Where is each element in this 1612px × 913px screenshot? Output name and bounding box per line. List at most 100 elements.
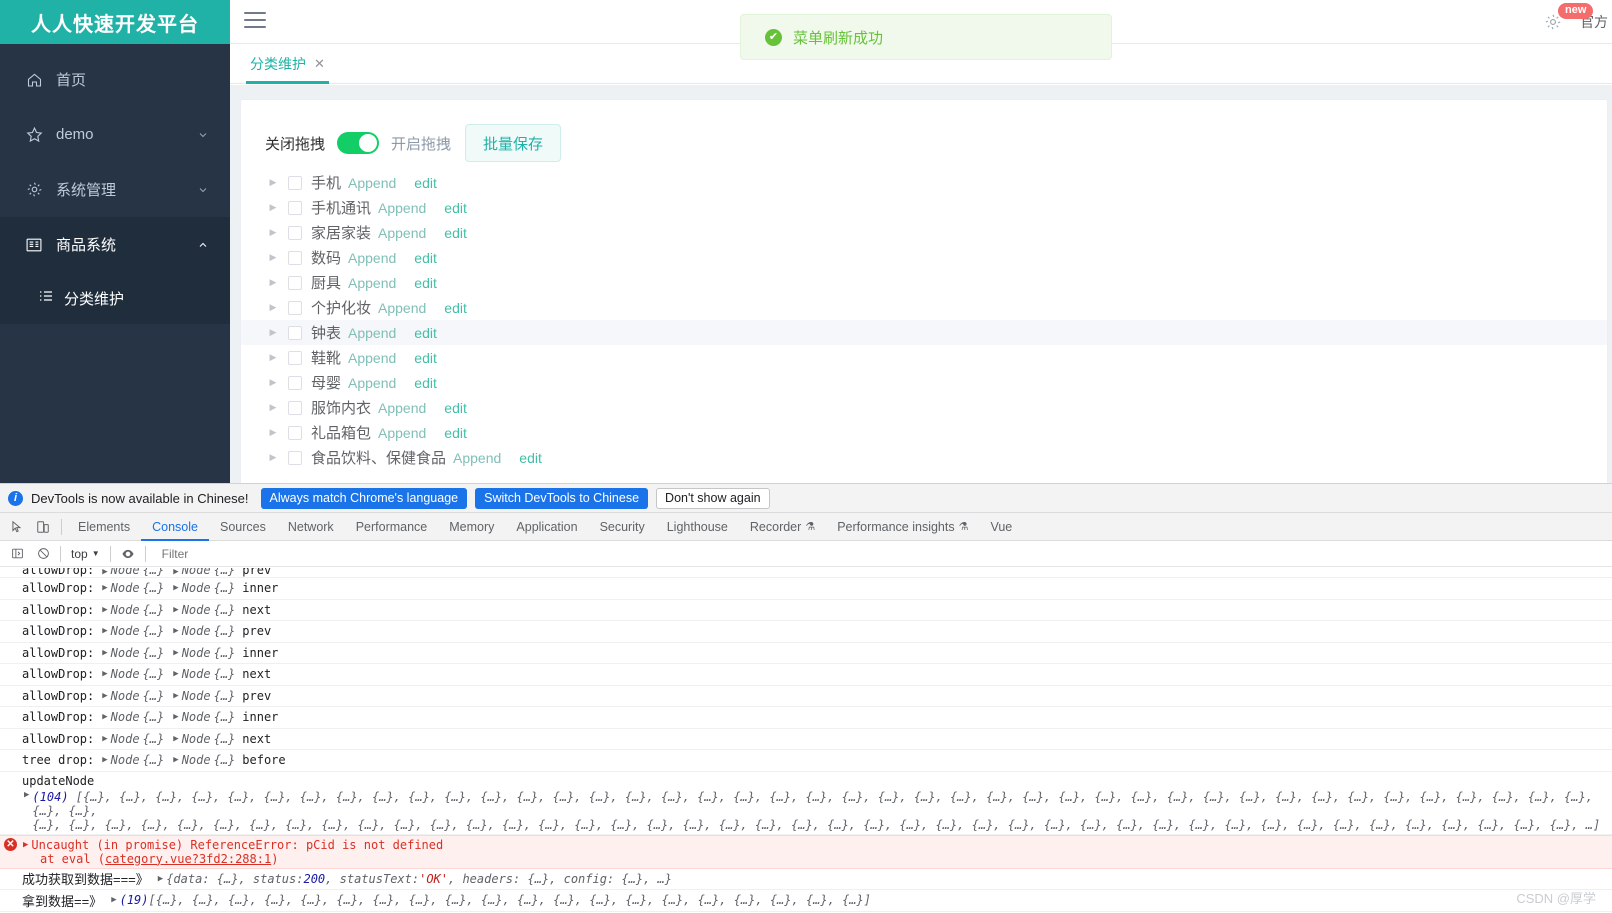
- console-row-success-data[interactable]: 成功获取到数据===》 ▶ {data: {…}, status: 200, sta…: [0, 869, 1612, 890]
- expand-arrow-icon[interactable]: ▶: [102, 648, 107, 658]
- console-row[interactable]: allowDrop: ▶ Node {…} ▶ Node {…} inner: [0, 707, 1612, 729]
- append-button[interactable]: Append: [348, 325, 396, 341]
- edit-button[interactable]: edit: [414, 350, 437, 366]
- tree-row[interactable]: ▶ 家居家装 Append edit: [241, 220, 1607, 245]
- hamburger-menu-icon[interactable]: [244, 12, 266, 32]
- tree-row[interactable]: ▶ 鞋靴 Append edit: [241, 345, 1607, 370]
- expand-arrow-icon[interactable]: ▶: [173, 568, 178, 577]
- switch-to-chinese-button[interactable]: Switch DevTools to Chinese: [475, 487, 649, 509]
- sidebar-item-category-maintenance[interactable]: 分类维护: [0, 272, 230, 324]
- console-row[interactable]: allowDrop: ▶ Node {…} ▶ Node {…} prev: [0, 568, 1612, 578]
- append-button[interactable]: Append: [378, 400, 426, 416]
- devtools-tab-recorder[interactable]: Recorder ⚗: [739, 513, 826, 541]
- tree-checkbox[interactable]: [288, 450, 302, 465]
- devtools-tab-application[interactable]: Application: [505, 513, 588, 541]
- console-row[interactable]: allowDrop: ▶ Node {…} ▶ Node {…} inner: [0, 643, 1612, 664]
- chevron-right-icon[interactable]: ▶: [266, 401, 280, 415]
- append-button[interactable]: Append: [348, 375, 396, 391]
- console-sidebar-icon[interactable]: [4, 541, 30, 567]
- tree-checkbox[interactable]: [288, 250, 302, 265]
- sidebar-item-product-system[interactable]: 商品系统: [0, 217, 230, 272]
- expand-arrow-icon[interactable]: ▶: [111, 895, 116, 905]
- tree-checkbox[interactable]: [288, 225, 302, 240]
- tree-row[interactable]: ▶ 厨具 Append edit: [241, 270, 1607, 295]
- edit-button[interactable]: edit: [414, 325, 437, 341]
- device-toolbar-icon[interactable]: [30, 514, 56, 540]
- chevron-right-icon[interactable]: ▶: [266, 451, 280, 465]
- expand-arrow-icon[interactable]: ▶: [173, 712, 178, 722]
- console-row[interactable]: allowDrop: ▶ Node {…} ▶ Node {…} next: [0, 600, 1612, 621]
- console-filter-input[interactable]: [159, 545, 1612, 562]
- console-output[interactable]: allowDrop: ▶ Node {…} ▶ Node {…} prev allowDrop:…: [0, 568, 1612, 913]
- chevron-right-icon[interactable]: ▶: [266, 276, 280, 290]
- edit-button[interactable]: edit: [414, 375, 437, 391]
- tree-row[interactable]: ▶ 钟表 Append edit: [241, 320, 1607, 345]
- edit-button[interactable]: edit: [444, 400, 467, 416]
- tree-checkbox[interactable]: [288, 350, 302, 365]
- chevron-right-icon[interactable]: ▶: [266, 351, 280, 365]
- tree-row[interactable]: ▶ 服饰内衣 Append edit: [241, 395, 1607, 420]
- chevron-right-icon[interactable]: ▶: [266, 326, 280, 340]
- edit-button[interactable]: edit: [519, 450, 542, 466]
- devtools-tab-performance-insights[interactable]: Performance insights ⚗: [826, 513, 979, 541]
- expand-arrow-icon[interactable]: ▶: [102, 691, 107, 701]
- close-icon[interactable]: ✕: [314, 56, 325, 72]
- tree-row[interactable]: ▶ 手机 Append edit: [241, 170, 1607, 195]
- chevron-right-icon[interactable]: ▶: [266, 251, 280, 265]
- expand-arrow-icon[interactable]: ▶: [102, 583, 107, 593]
- append-button[interactable]: Append: [348, 275, 396, 291]
- console-row[interactable]: tree drop: ▶ Node {…} ▶ Node {…} before: [0, 750, 1612, 772]
- console-row-received-data[interactable]: 拿到数据==》 ▶ (19) [{…}, {…}, {…}, {…}, {…}, {…: [0, 890, 1612, 912]
- sidebar-item-home[interactable]: 首页: [0, 52, 230, 107]
- append-button[interactable]: Append: [348, 250, 396, 266]
- expand-arrow-icon[interactable]: ▶: [158, 874, 163, 884]
- expand-arrow-icon[interactable]: ▶: [23, 840, 28, 850]
- live-expression-eye-icon[interactable]: [115, 541, 141, 567]
- tree-checkbox[interactable]: [288, 425, 302, 440]
- tree-checkbox[interactable]: [288, 175, 302, 190]
- edit-button[interactable]: edit: [414, 275, 437, 291]
- devtools-tab-network[interactable]: Network: [277, 513, 345, 541]
- edit-button[interactable]: edit: [414, 175, 437, 191]
- devtools-tab-console[interactable]: Console: [141, 513, 209, 541]
- expand-arrow-icon[interactable]: ▶: [173, 755, 178, 765]
- devtools-tab-elements[interactable]: Elements: [67, 513, 141, 541]
- console-row[interactable]: allowDrop: ▶ Node {…} ▶ Node {…} next: [0, 664, 1612, 686]
- tree-checkbox[interactable]: [288, 275, 302, 290]
- expand-arrow-icon[interactable]: ▶: [173, 583, 178, 593]
- append-button[interactable]: Append: [378, 425, 426, 441]
- batch-save-button[interactable]: 批量保存: [465, 124, 562, 162]
- edit-button[interactable]: edit: [414, 250, 437, 266]
- expand-arrow-icon[interactable]: ▶: [173, 648, 178, 658]
- tab-category-maintenance[interactable]: 分类维护 ✕: [238, 44, 337, 84]
- dont-show-again-button[interactable]: Don't show again: [656, 487, 770, 509]
- devtools-tab-lighthouse[interactable]: Lighthouse: [656, 513, 739, 541]
- tree-checkbox[interactable]: [288, 200, 302, 215]
- chevron-right-icon[interactable]: ▶: [266, 301, 280, 315]
- append-button[interactable]: Append: [378, 225, 426, 241]
- devtools-tab-vue[interactable]: Vue: [979, 513, 1023, 541]
- tree-row[interactable]: ▶ 数码 Append edit: [241, 245, 1607, 270]
- chevron-right-icon[interactable]: ▶: [266, 426, 280, 440]
- edit-button[interactable]: edit: [444, 300, 467, 316]
- expand-arrow-icon[interactable]: ▶: [102, 734, 107, 744]
- chevron-right-icon[interactable]: ▶: [266, 176, 280, 190]
- settings-gear-button[interactable]: new: [1542, 3, 1594, 37]
- expand-arrow-icon[interactable]: ▶: [173, 734, 178, 744]
- clear-console-icon[interactable]: [30, 541, 56, 567]
- expand-arrow-icon[interactable]: ▶: [173, 669, 178, 679]
- chevron-right-icon[interactable]: ▶: [266, 226, 280, 240]
- devtools-tab-sources[interactable]: Sources: [209, 513, 277, 541]
- expand-arrow-icon[interactable]: ▶: [102, 755, 107, 765]
- sidebar-item-system-management[interactable]: 系统管理: [0, 162, 230, 217]
- chevron-right-icon[interactable]: ▶: [266, 201, 280, 215]
- edit-button[interactable]: edit: [444, 425, 467, 441]
- devtools-tab-memory[interactable]: Memory: [438, 513, 505, 541]
- console-row[interactable]: allowDrop: ▶ Node {…} ▶ Node {…} next: [0, 729, 1612, 750]
- append-button[interactable]: Append: [378, 200, 426, 216]
- edit-button[interactable]: edit: [444, 225, 467, 241]
- tree-row[interactable]: ▶ 母婴 Append edit: [241, 370, 1607, 395]
- console-error-row[interactable]: ✕ ▶ Uncaught (in promise) ReferenceError: …: [0, 834, 1612, 869]
- error-source-link[interactable]: category.vue?3fd2:288:1: [105, 852, 271, 866]
- edit-button[interactable]: edit: [444, 200, 467, 216]
